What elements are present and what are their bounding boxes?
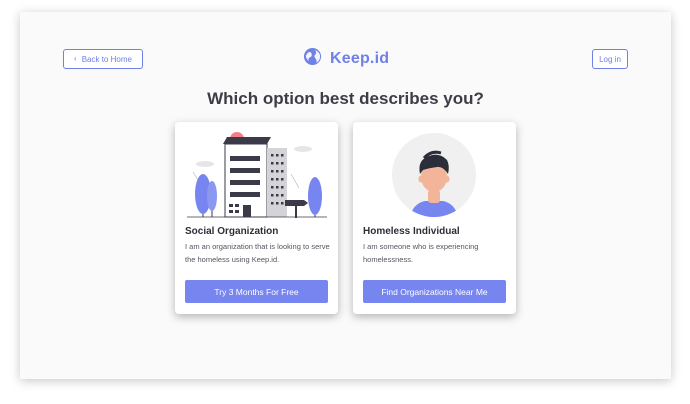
card-title: Homeless Individual <box>363 226 460 237</box>
social-organization-card[interactable]: Social Organization I am an organization… <box>175 122 338 314</box>
try-free-button[interactable]: Try 3 Months For Free <box>185 280 328 303</box>
person-avatar-illustration <box>392 133 476 217</box>
card-title: Social Organization <box>185 226 279 237</box>
building-illustration <box>187 132 327 218</box>
card-description: I am someone who is experiencing homeles… <box>363 242 479 264</box>
find-organizations-button[interactable]: Find Organizations Near Me <box>363 280 506 303</box>
page-heading: Which option best describes you? <box>207 89 484 108</box>
brand-name: Keep.id <box>330 50 390 67</box>
brand-logo[interactable]: Keep.id <box>303 47 390 71</box>
homeless-individual-card[interactable]: Homeless Individual I am someone who is … <box>353 122 516 314</box>
app-window: ‹ Back to Home Keep.id Log in Which opti… <box>20 12 671 379</box>
card-description: I am an organization that is looking to … <box>185 242 330 264</box>
back-to-home-button[interactable]: ‹ Back to Home <box>63 49 143 69</box>
back-to-home-label: Back to Home <box>81 54 132 64</box>
globe-icon <box>303 47 322 71</box>
chevron-left-icon: ‹ <box>74 54 77 63</box>
login-button[interactable]: Log in <box>592 49 628 69</box>
